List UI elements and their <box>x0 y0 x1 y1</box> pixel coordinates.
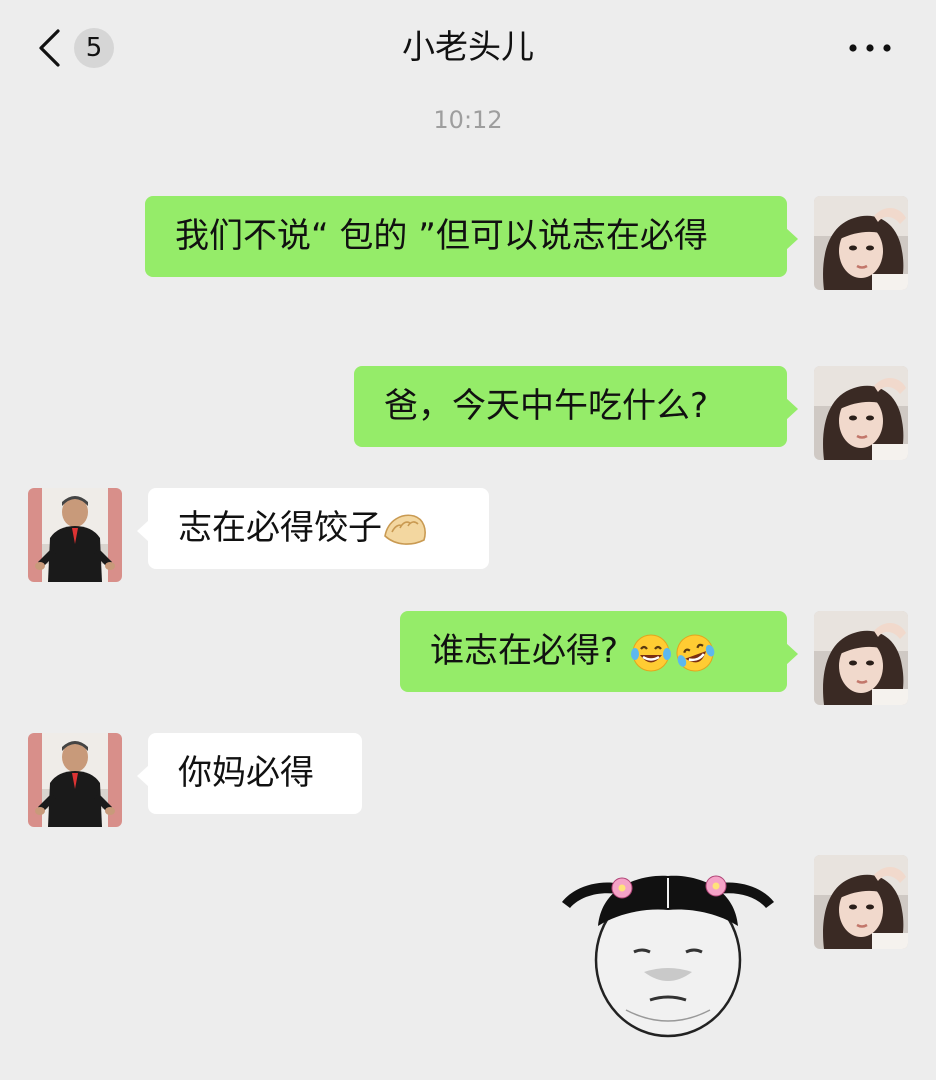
tears-of-joy-emoji-icon <box>630 634 671 671</box>
message-bubble-self[interactable]: 谁志在必得? <box>400 611 798 692</box>
self-avatar[interactable] <box>814 366 908 460</box>
chat-header: 5 小老头儿 <box>0 0 936 95</box>
back-button[interactable]: 5 <box>36 26 126 70</box>
self-avatar[interactable] <box>814 196 908 290</box>
crying-laughing-emoji-icon <box>676 634 715 671</box>
message-bubble-contact[interactable]: 你妈必得 <box>137 733 362 814</box>
chat-title: 小老头儿 <box>402 27 534 66</box>
pigtail-girl-sticker[interactable] <box>556 860 780 1040</box>
contact-avatar[interactable] <box>28 733 122 827</box>
message-bubble-self[interactable]: 我们不说“ 包的 ”但可以说志在必得 <box>145 196 798 277</box>
message-text: 我们不说“ 包的 ”但可以说志在必得 <box>175 216 708 256</box>
unread-count-badge: 5 <box>74 28 114 68</box>
message-bubble-self[interactable]: 爸，今天中午吃什么? <box>354 366 798 447</box>
chevron-left-icon <box>39 29 60 67</box>
message-text: 志在必得饺子 <box>178 508 382 548</box>
message-text: 爸，今天中午吃什么? <box>384 386 709 426</box>
contact-avatar[interactable] <box>28 488 122 582</box>
dumpling-emoji-icon <box>384 514 426 545</box>
message-bubble-contact[interactable]: 志在必得饺子 <box>137 488 489 569</box>
self-avatar[interactable] <box>814 855 908 949</box>
more-dots-icon[interactable] <box>846 36 894 60</box>
message-timestamp: 10:12 <box>433 106 503 134</box>
message-text: 你妈必得 <box>178 753 314 793</box>
self-avatar[interactable] <box>814 611 908 705</box>
message-text: 谁志在必得? <box>430 631 629 671</box>
